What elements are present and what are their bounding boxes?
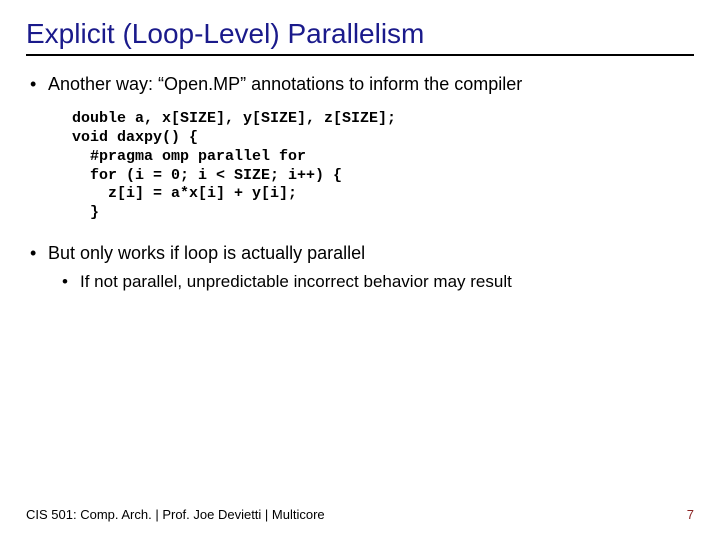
code-block: double a, x[SIZE], y[SIZE], z[SIZE]; voi… — [72, 110, 694, 223]
bullet-item: Another way: “Open.MP” annotations to in… — [26, 72, 694, 96]
slide-title: Explicit (Loop-Level) Parallelism — [26, 18, 694, 56]
slide: Explicit (Loop-Level) Parallelism Anothe… — [0, 0, 720, 540]
sub-bullet-item: If not parallel, unpredictable incorrect… — [58, 271, 694, 294]
bullet-text: But only works if loop is actually paral… — [48, 243, 365, 263]
sub-bullet-text: If not parallel, unpredictable incorrect… — [80, 272, 512, 291]
footer: CIS 501: Comp. Arch. | Prof. Joe Deviett… — [26, 507, 694, 522]
footer-left: CIS 501: Comp. Arch. | Prof. Joe Deviett… — [26, 507, 325, 522]
bullet-item: But only works if loop is actually paral… — [26, 241, 694, 294]
sub-bullet-list: If not parallel, unpredictable incorrect… — [48, 271, 694, 294]
bullet-list: But only works if loop is actually paral… — [26, 241, 694, 294]
page-number: 7 — [687, 507, 694, 522]
bullet-text: Another way: “Open.MP” annotations to in… — [48, 74, 522, 94]
bullet-list: Another way: “Open.MP” annotations to in… — [26, 72, 694, 96]
